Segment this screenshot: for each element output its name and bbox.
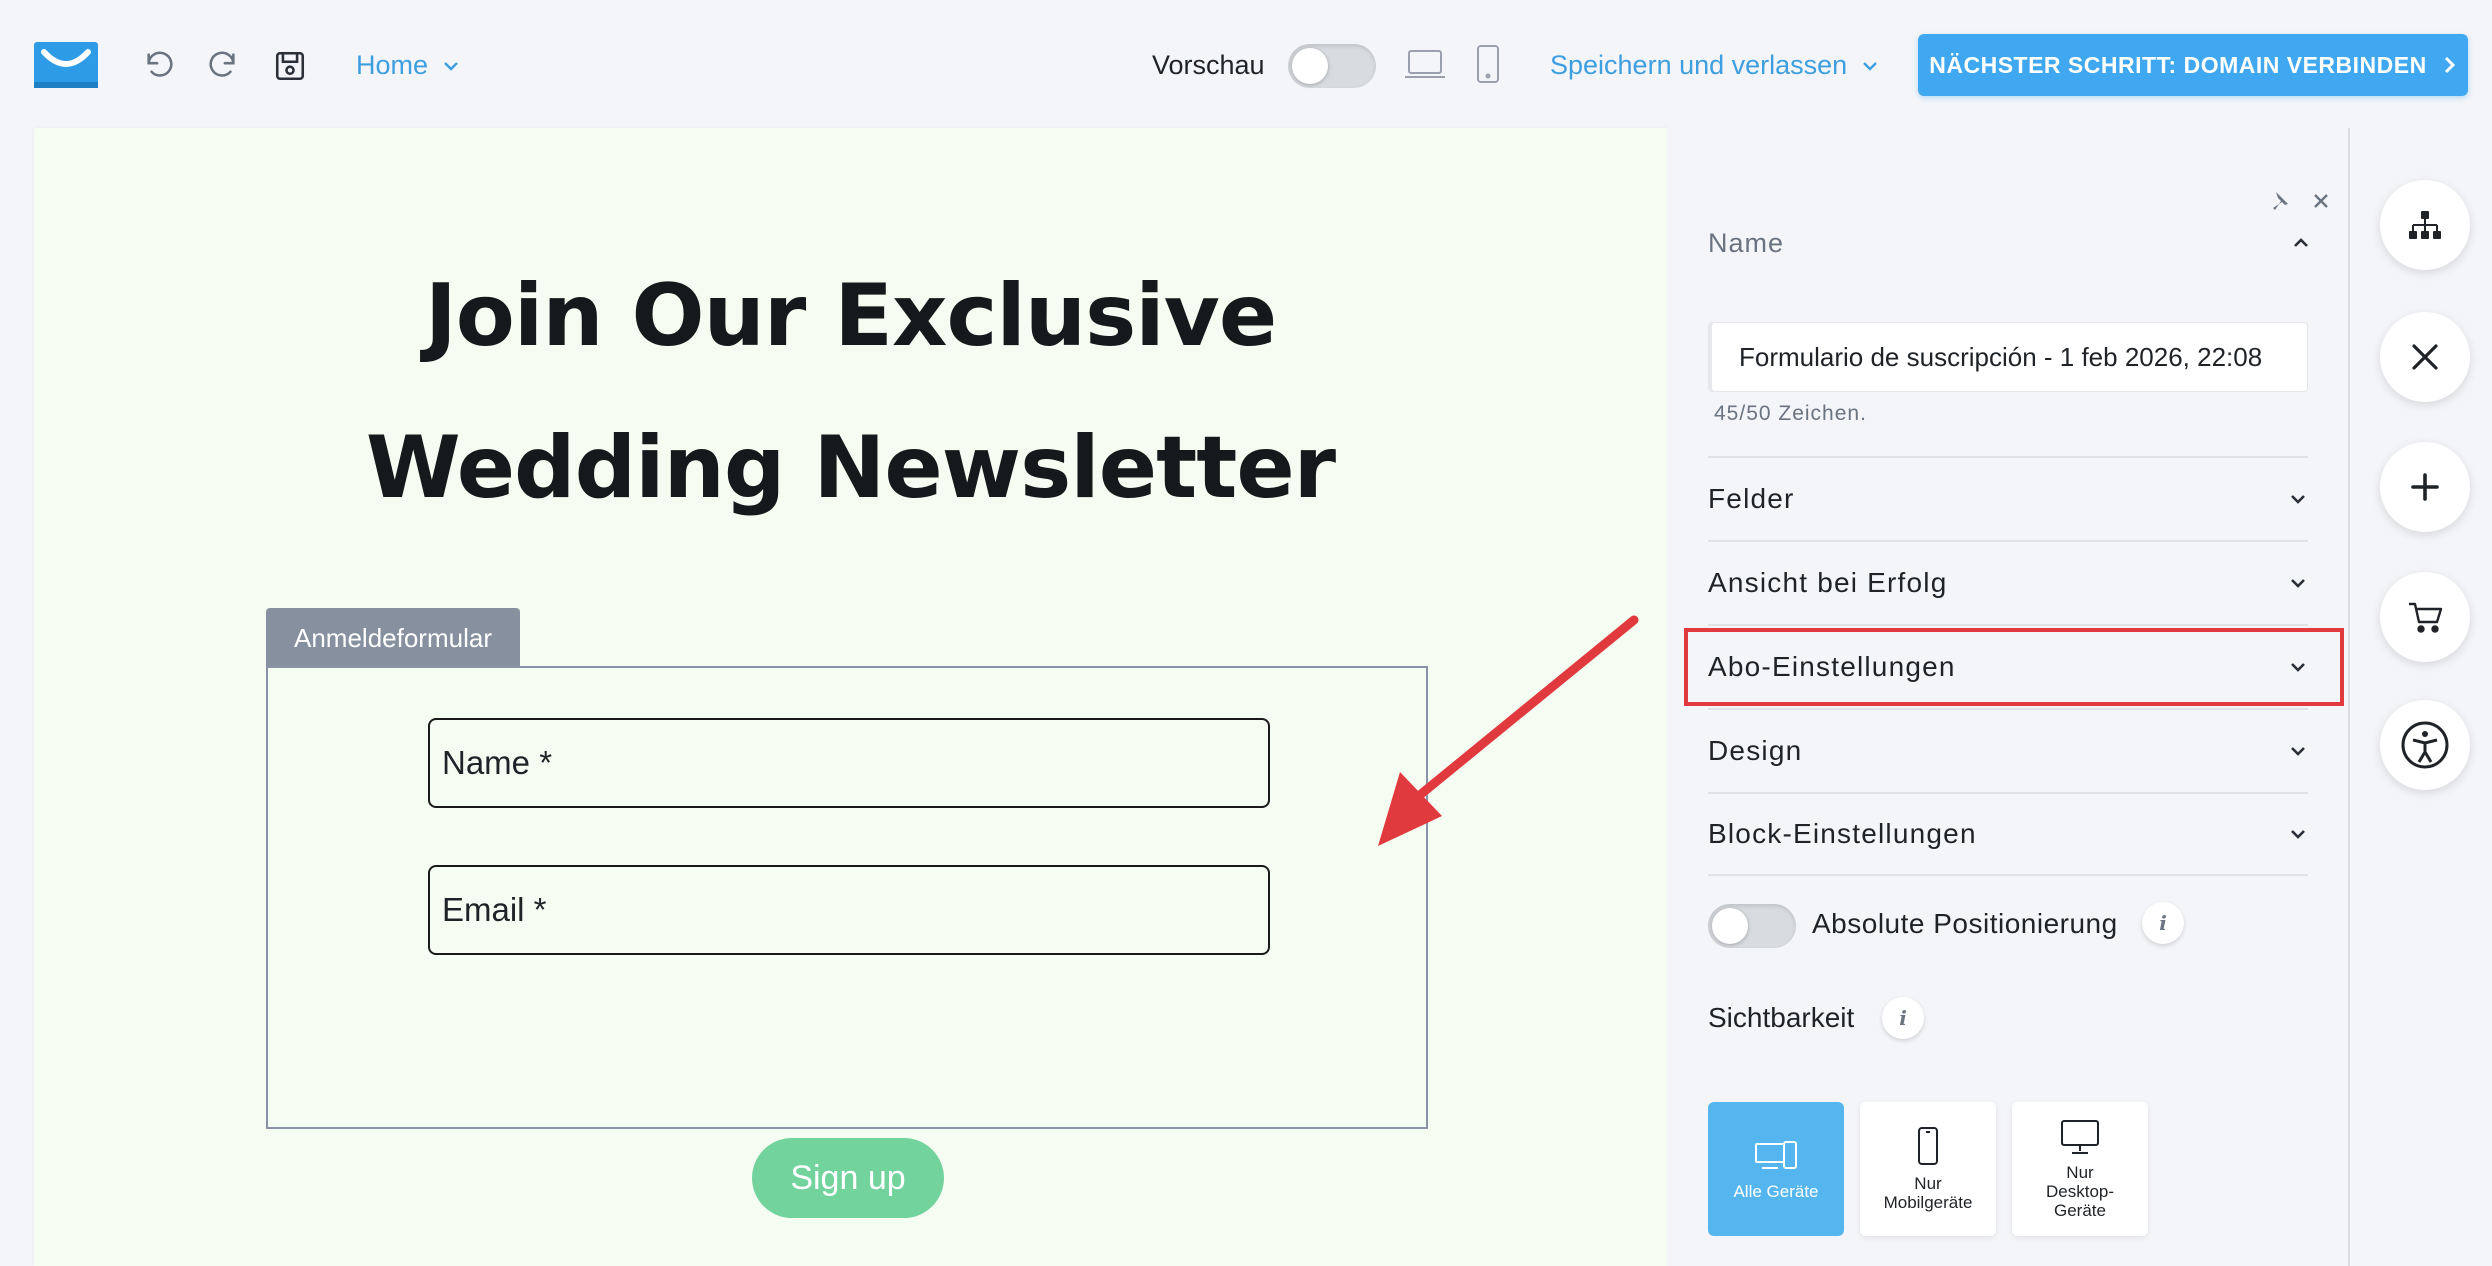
absolute-positioning-label: Absolute Positionierung xyxy=(1812,908,2118,939)
save-and-leave-label: Speichern und verlassen xyxy=(1550,50,1848,80)
next-step-label: NÄCHSTER SCHRITT: DOMAIN VERBINDEN xyxy=(1929,51,2427,78)
info-icon[interactable]: i xyxy=(1882,997,1924,1039)
add-element-button[interactable] xyxy=(2380,442,2470,532)
form-name-input[interactable]: Formulario de suscripción - 1 feb 2026, … xyxy=(1708,322,2308,392)
preview-toggle[interactable] xyxy=(1288,44,1376,88)
close-icon[interactable] xyxy=(2306,186,2336,216)
section-label: Ansicht bei Erfolg xyxy=(1708,567,1948,598)
email-field[interactable]: Email * xyxy=(428,865,1270,955)
page-selector[interactable]: Home xyxy=(356,50,460,81)
device-label: Alle Geräte xyxy=(1733,1181,1819,1201)
editor-canvas[interactable]: Join Our Exclusive Wedding Newsletter An… xyxy=(34,128,1667,1266)
device-label: Nur Mobilgeräte xyxy=(1883,1174,1973,1212)
chevron-down-icon xyxy=(2291,495,2305,504)
chevron-right-icon xyxy=(2444,56,2455,74)
form-block-tab[interactable]: Anmeldeformular xyxy=(266,608,520,668)
visibility-label: Sichtbarkeit xyxy=(1708,1002,1855,1033)
save-icon[interactable] xyxy=(270,46,310,86)
undo-icon[interactable] xyxy=(140,46,180,86)
device-mobile-button[interactable]: Nur Mobilgeräte xyxy=(1860,1102,1996,1236)
shop-button[interactable] xyxy=(2380,572,2470,662)
sitemap-button[interactable] xyxy=(2380,180,2470,270)
plus-icon xyxy=(2411,473,2439,501)
section-felder[interactable]: Felder xyxy=(1708,456,2308,540)
absolute-positioning-toggle[interactable] xyxy=(1708,904,1796,948)
section-label: Design xyxy=(1708,735,1803,766)
panel-divider xyxy=(2348,128,2350,1266)
redo-icon[interactable] xyxy=(202,46,242,86)
cross-tool-icon xyxy=(2412,344,2438,370)
devices-icon xyxy=(1755,1140,1797,1169)
section-design[interactable]: Design xyxy=(1708,708,2308,792)
char-count: 45/50 Zeichen. xyxy=(1714,402,1867,425)
annotation-arrow-icon xyxy=(1378,615,1639,846)
section-ansicht-bei-erfolg[interactable]: Ansicht bei Erfolg xyxy=(1708,540,2308,624)
device-all-button[interactable]: Alle Geräte xyxy=(1708,1102,1844,1236)
device-label: Nur Desktop-Geräte xyxy=(2045,1162,2115,1220)
laptop-icon[interactable] xyxy=(1402,44,1448,84)
accessibility-button[interactable] xyxy=(2380,700,2470,790)
signup-form-block[interactable]: Name * Email * Sign up xyxy=(266,666,1428,1218)
page-headline[interactable]: Join Our Exclusive Wedding Newsletter xyxy=(34,240,1667,544)
name-section-label: Name xyxy=(1708,228,1785,258)
sitemap-icon xyxy=(2409,211,2441,239)
mobile-icon xyxy=(1918,1127,1938,1165)
save-and-leave-button[interactable]: Speichern und verlassen xyxy=(1550,50,1879,81)
section-block-einstellungen[interactable]: Block-Einstellungen xyxy=(1708,792,2308,876)
info-icon[interactable]: i xyxy=(2142,902,2184,944)
pin-icon[interactable] xyxy=(2264,186,2294,216)
desktop-icon xyxy=(2061,1119,2099,1154)
top-toolbar: Home Vorschau Speichern und verlassen NÄ… xyxy=(0,0,2492,132)
next-step-button[interactable]: NÄCHSTER SCHRITT: DOMAIN VERBINDEN xyxy=(1918,34,2468,96)
section-label: Block-Einstellungen xyxy=(1708,818,1977,849)
chevron-down-icon xyxy=(2291,830,2305,839)
section-label: Felder xyxy=(1708,483,1795,514)
accessibility-icon xyxy=(2401,721,2449,769)
tools-button[interactable] xyxy=(2380,312,2470,402)
page-selector-label: Home xyxy=(356,50,429,80)
chevron-down-icon xyxy=(2291,747,2305,756)
logo-icon[interactable] xyxy=(34,42,98,90)
preview-label: Vorschau xyxy=(1152,50,1265,80)
chevron-down-icon xyxy=(1863,61,1878,71)
headline-line-2: Wedding Newsletter xyxy=(365,418,1336,518)
name-field[interactable]: Name * xyxy=(428,718,1270,808)
device-desktop-button[interactable]: Nur Desktop-Geräte xyxy=(2012,1102,2148,1236)
highlight-box xyxy=(1684,628,2344,706)
signup-button[interactable]: Sign up xyxy=(752,1138,944,1218)
cart-icon xyxy=(2409,602,2443,633)
chevron-down-icon xyxy=(2291,579,2305,588)
mobile-icon[interactable] xyxy=(1468,44,1508,84)
chevron-up-icon[interactable] xyxy=(2286,228,2316,258)
chevron-down-icon xyxy=(444,61,458,71)
headline-line-1: Join Our Exclusive xyxy=(424,266,1277,366)
